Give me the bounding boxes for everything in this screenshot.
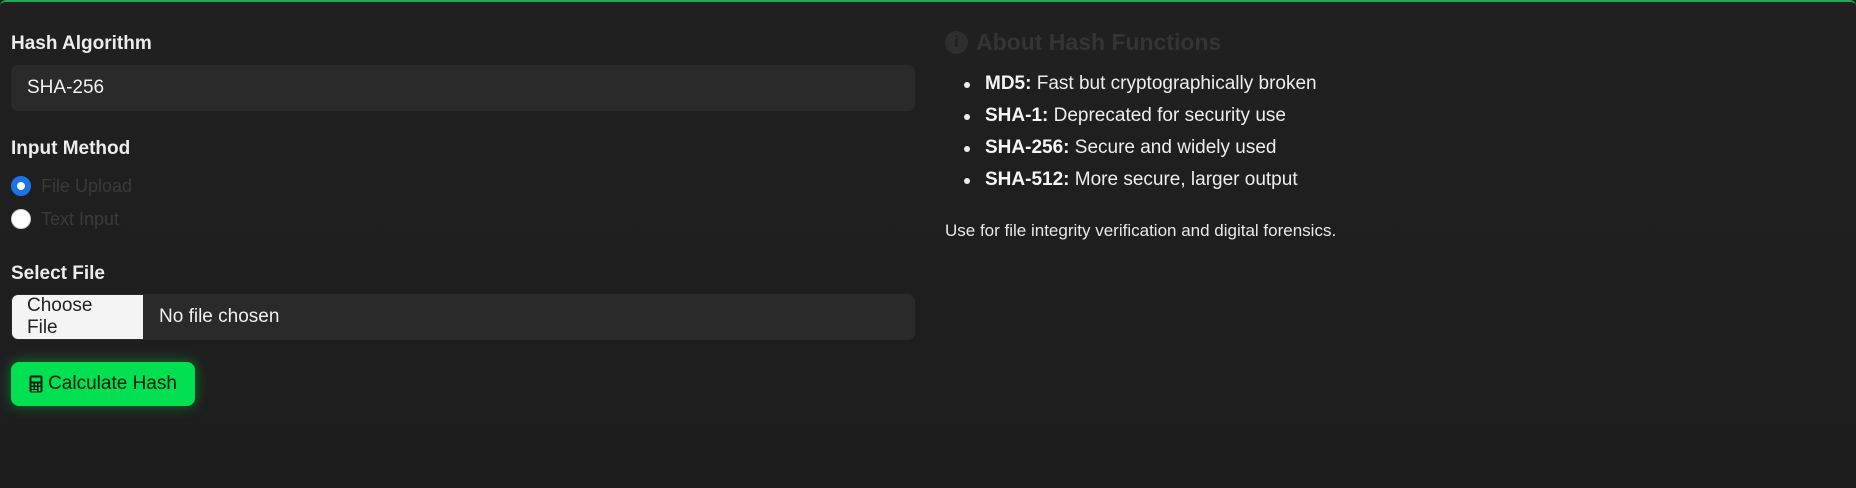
radio-file-upload[interactable]: File Upload <box>11 174 132 198</box>
hash-algorithm-label: Hash Algorithm <box>11 33 152 54</box>
calculator-icon <box>29 375 43 393</box>
hash-info-list: MD5: Fast but cryptographically broken S… <box>945 68 1317 196</box>
list-item: SHA-512: More secure, larger output <box>945 164 1317 196</box>
hash-calculator-panel: Hash Algorithm SHA-256 Input Method File… <box>0 0 1856 488</box>
info-icon: i <box>945 31 968 54</box>
input-method-label: Input Method <box>11 138 131 159</box>
list-item: SHA-1: Deprecated for security use <box>945 100 1317 132</box>
list-item: MD5: Fast but cryptographically broken <box>945 68 1317 100</box>
about-title-text: About Hash Functions <box>976 29 1222 55</box>
list-item: SHA-256: Secure and widely used <box>945 132 1317 164</box>
radio-label-file-upload: File Upload <box>41 175 133 196</box>
radio-text-input[interactable]: Text Input <box>11 207 119 231</box>
about-title: i About Hash Functions <box>945 29 1221 56</box>
file-input[interactable]: Choose File No file chosen <box>11 294 915 340</box>
usage-note: Use for file integrity verification and … <box>945 221 1337 240</box>
calculate-hash-button[interactable]: Calculate Hash <box>11 362 195 406</box>
select-file-label: Select File <box>11 263 105 284</box>
radio-button-checked[interactable] <box>11 176 31 196</box>
hash-algorithm-value: SHA-256 <box>27 77 105 98</box>
file-status-text: No file chosen <box>159 306 280 327</box>
radio-label-text-input: Text Input <box>41 208 120 229</box>
hash-algorithm-select[interactable]: SHA-256 <box>11 65 915 111</box>
calculate-hash-label: Calculate Hash <box>48 373 177 394</box>
choose-file-button[interactable]: Choose File <box>12 295 143 339</box>
radio-button-unchecked[interactable] <box>11 209 31 229</box>
